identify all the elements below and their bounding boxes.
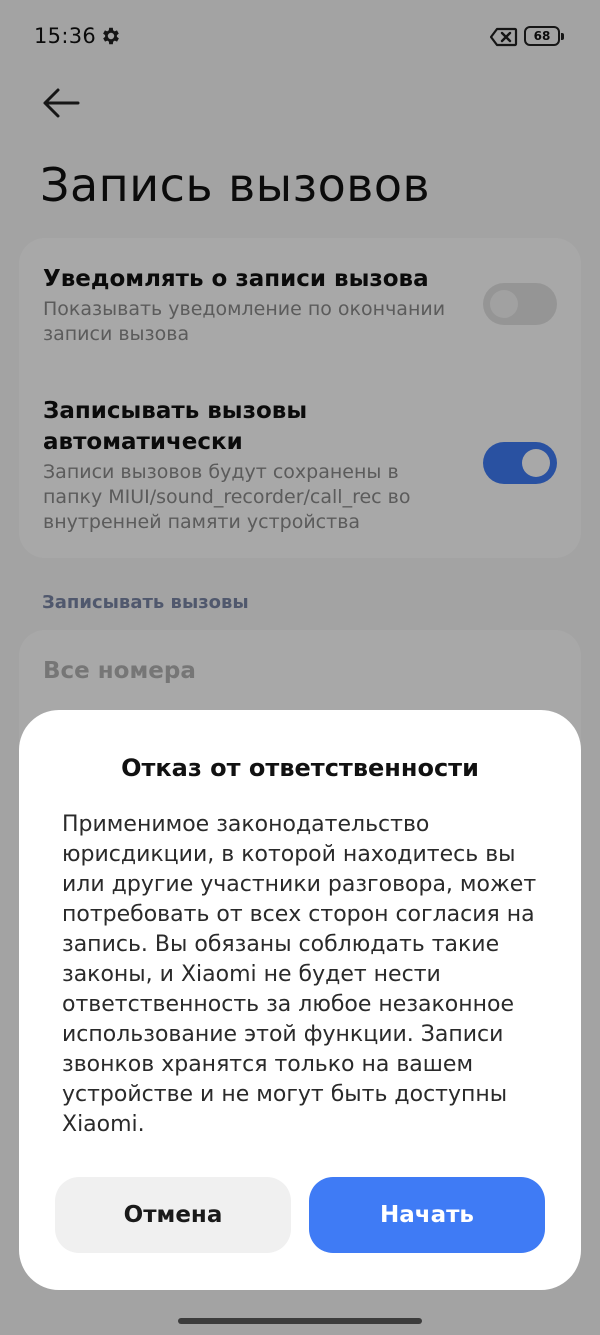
dialog-title: Отказ от ответственности <box>121 754 479 782</box>
cancel-button[interactable]: Отмена <box>55 1177 291 1253</box>
start-button[interactable]: Начать <box>309 1177 545 1253</box>
disclaimer-dialog: Отказ от ответственности Применимое зако… <box>19 710 581 1290</box>
dialog-body: Применимое законодательство юрисдикции, … <box>62 812 537 1137</box>
home-indicator[interactable] <box>178 1318 422 1324</box>
